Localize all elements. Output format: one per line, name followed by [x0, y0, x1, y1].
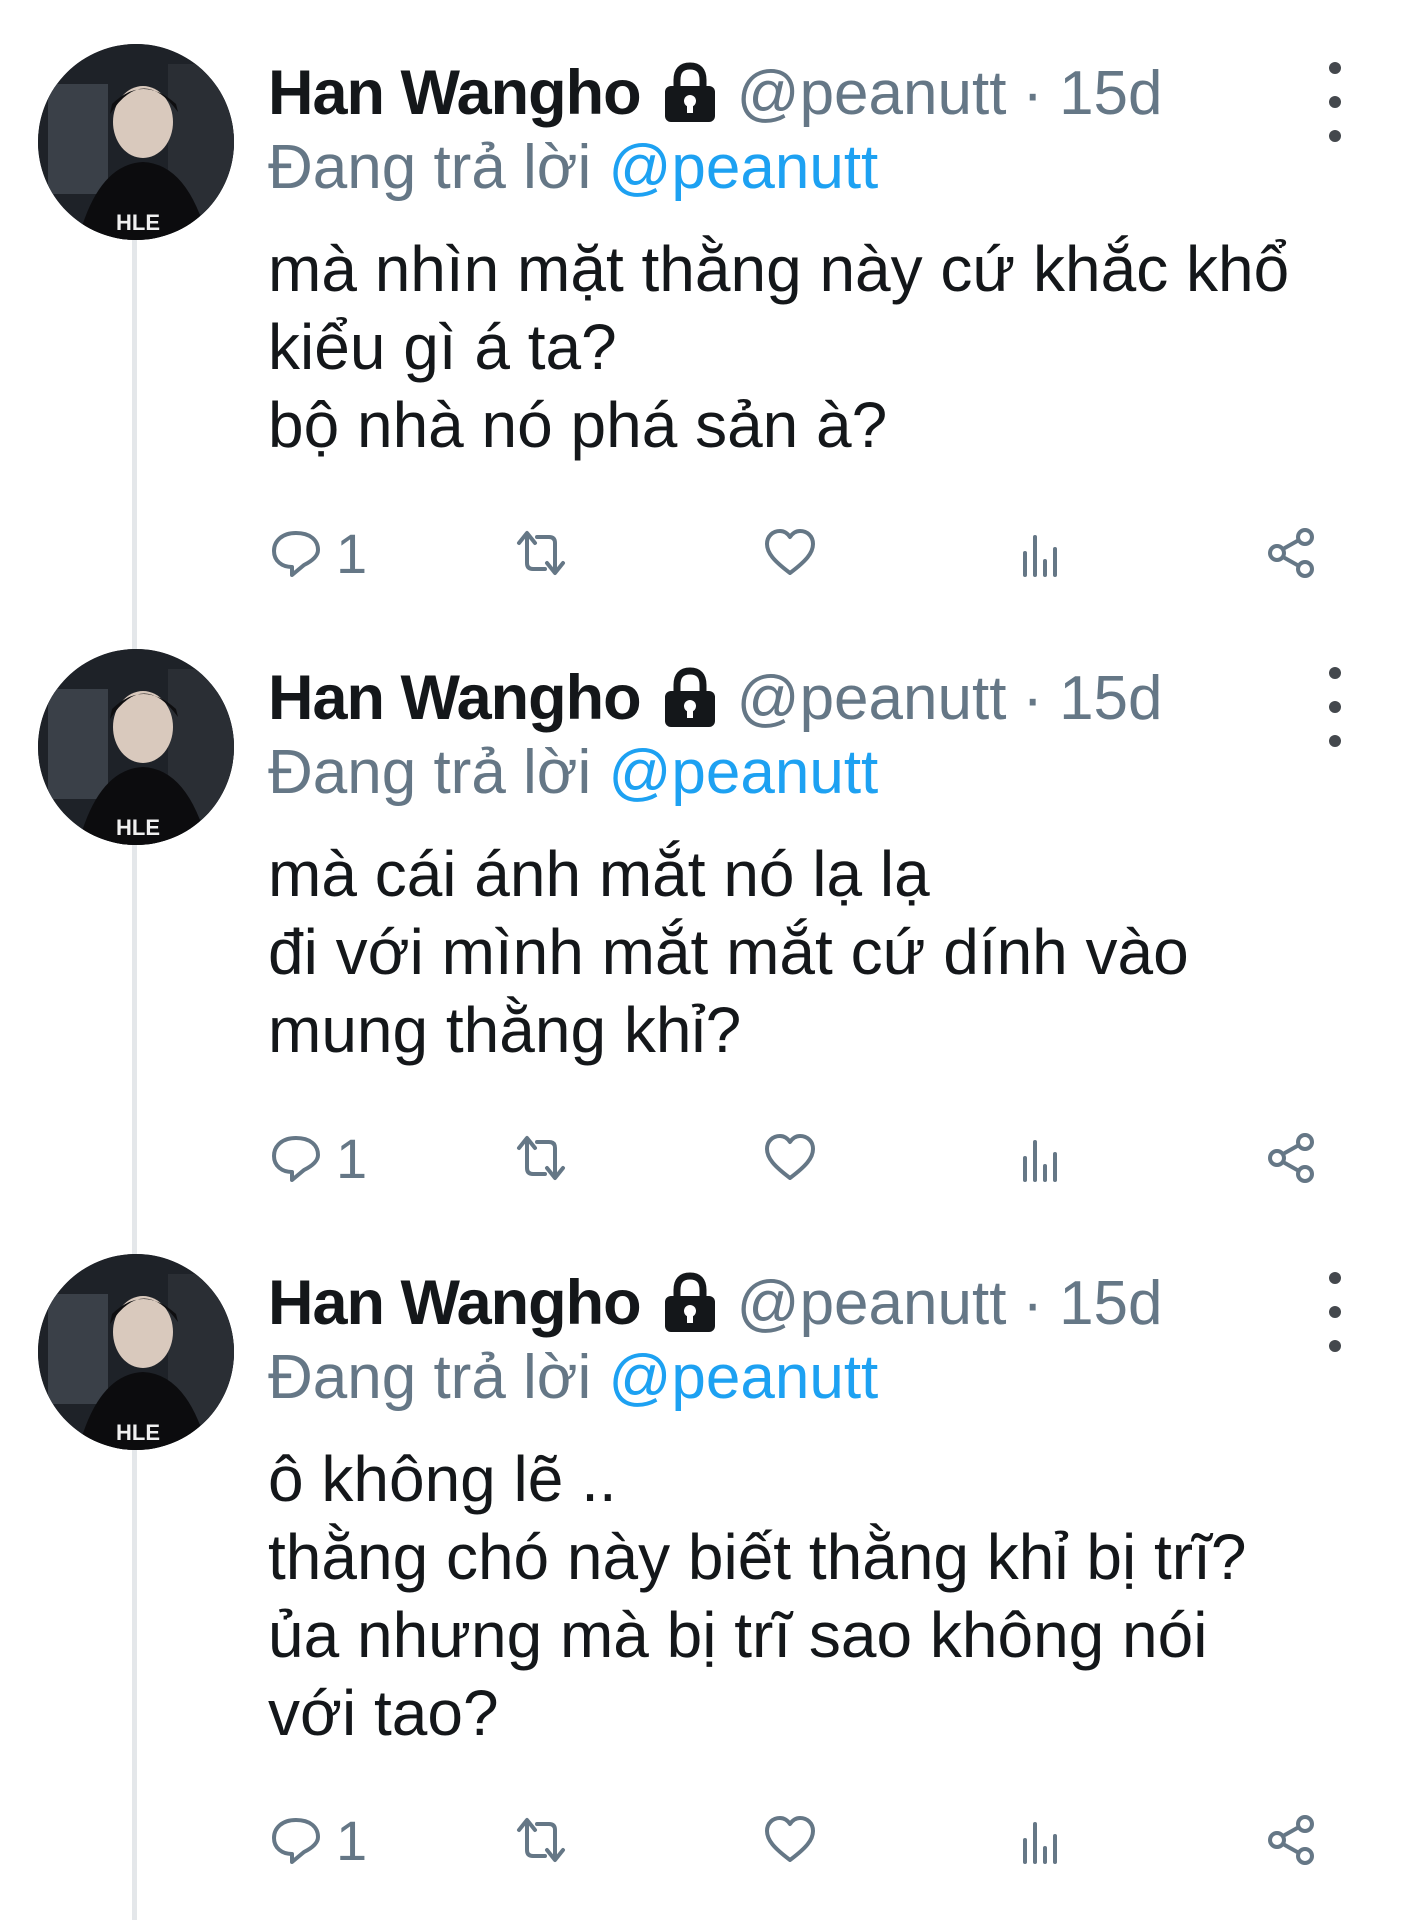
share-icon [1263, 1812, 1319, 1868]
tweet-text-line: ủa nhưng mà bị trĩ sao không nói [268, 1599, 1208, 1671]
reply-button[interactable]: 1 [268, 518, 367, 588]
replying-to: Đang trả lời @peanutt [268, 737, 878, 808]
retweet-icon [513, 1130, 569, 1186]
replying-to-label: Đang trả lời [268, 1343, 592, 1412]
tweet[interactable]: HLE Han Wangho @peanutt · 15d Đang trả l… [0, 1210, 1405, 1920]
tweet-header: Han Wangho @peanutt · 15d [268, 48, 1163, 138]
tweet-text-line: đi với mình mắt mắt cứ dính vào [268, 916, 1189, 988]
replying-to-label: Đang trả lời [268, 738, 592, 807]
replying-to: Đang trả lời @peanutt [268, 1342, 878, 1413]
reply-icon [268, 1812, 324, 1868]
tweet-text-line: với tao? [268, 1677, 499, 1749]
tweet[interactable]: HLE Han Wangho @peanutt · 15d Đang trả l… [0, 0, 1405, 605]
timestamp[interactable]: 15d [1059, 58, 1162, 129]
avatar[interactable]: HLE [38, 649, 234, 845]
retweet-button[interactable] [513, 1805, 569, 1875]
avatar[interactable]: HLE [38, 1254, 234, 1450]
tweet[interactable]: HLE Han Wangho @peanutt · 15d Đang trả l… [0, 605, 1405, 1210]
author-name[interactable]: Han Wangho [268, 1267, 642, 1339]
more-options-icon[interactable] [1320, 1272, 1350, 1352]
reply-count: 1 [336, 521, 368, 585]
avatar-logo-text: HLE [116, 1420, 160, 1445]
analytics-icon [1013, 1812, 1069, 1868]
author-name[interactable]: Han Wangho [268, 662, 642, 734]
share-icon [1263, 1130, 1319, 1186]
more-options-icon[interactable] [1320, 62, 1350, 142]
like-button[interactable] [762, 518, 818, 588]
tweet-text-line: thằng chó này biết thằng khỉ bị trĩ? [268, 1521, 1247, 1593]
avatar[interactable]: HLE [38, 44, 234, 240]
avatar-logo-text: HLE [116, 210, 160, 235]
analytics-button[interactable] [1013, 1805, 1069, 1875]
replying-to-handle[interactable]: @peanutt [608, 133, 878, 202]
reply-button[interactable]: 1 [268, 1123, 367, 1193]
replying-to-handle[interactable]: @peanutt [608, 1343, 878, 1412]
author-name[interactable]: Han Wangho [268, 57, 642, 129]
separator: · [1022, 58, 1044, 128]
like-button[interactable] [762, 1805, 818, 1875]
action-bar: 1 [268, 518, 1348, 588]
replying-to: Đang trả lời @peanutt [268, 132, 878, 203]
more-options-icon[interactable] [1320, 667, 1350, 747]
separator: · [1022, 663, 1044, 733]
timestamp[interactable]: 15d [1059, 1268, 1162, 1339]
separator: · [1022, 1268, 1044, 1338]
timestamp[interactable]: 15d [1059, 663, 1162, 734]
action-bar: 1 [268, 1123, 1348, 1193]
lock-icon [655, 58, 725, 128]
share-button[interactable] [1263, 518, 1319, 588]
retweet-icon [513, 525, 569, 581]
tweet-text-line: kiểu gì á ta? [268, 311, 617, 383]
analytics-button[interactable] [1013, 518, 1069, 588]
author-handle[interactable]: @peanutt [737, 58, 1007, 129]
reply-count: 1 [336, 1126, 368, 1190]
lock-icon [655, 663, 725, 733]
avatar-logo-text: HLE [116, 815, 160, 840]
action-bar: 1 [268, 1805, 1348, 1875]
lock-icon [655, 1268, 725, 1338]
like-icon [762, 1130, 818, 1186]
reply-icon [268, 1130, 324, 1186]
analytics-button[interactable] [1013, 1123, 1069, 1193]
tweet-text: ô không lẽ .. thằng chó này biết thằng k… [268, 1440, 1388, 1752]
replying-to-handle[interactable]: @peanutt [608, 738, 878, 807]
author-handle[interactable]: @peanutt [737, 663, 1007, 734]
tweet-text: mà nhìn mặt thằng này cứ khắc khổ kiểu g… [268, 230, 1388, 464]
tweet-text: mà cái ánh mắt nó lạ lạ đi với mình mắt … [268, 835, 1388, 1069]
tweet-text-line: ô không lẽ .. [268, 1443, 617, 1515]
retweet-button[interactable] [513, 1123, 569, 1193]
like-icon [762, 525, 818, 581]
reply-button[interactable]: 1 [268, 1805, 367, 1875]
like-icon [762, 1812, 818, 1868]
share-button[interactable] [1263, 1123, 1319, 1193]
tweet-header: Han Wangho @peanutt · 15d [268, 653, 1163, 743]
reply-count: 1 [336, 1808, 368, 1872]
share-button[interactable] [1263, 1805, 1319, 1875]
tweet-text-line: mà cái ánh mắt nó lạ lạ [268, 838, 930, 910]
analytics-icon [1013, 1130, 1069, 1186]
tweet-text-line: bộ nhà nó phá sản à? [268, 389, 888, 461]
analytics-icon [1013, 525, 1069, 581]
replying-to-label: Đang trả lời [268, 133, 592, 202]
like-button[interactable] [762, 1123, 818, 1193]
retweet-icon [513, 1812, 569, 1868]
share-icon [1263, 525, 1319, 581]
tweet-header: Han Wangho @peanutt · 15d [268, 1258, 1163, 1348]
reply-icon [268, 525, 324, 581]
tweet-text-line: mà nhìn mặt thằng này cứ khắc khổ [268, 233, 1290, 305]
tweet-text-line: mung thằng khỉ? [268, 994, 742, 1066]
author-handle[interactable]: @peanutt [737, 1268, 1007, 1339]
retweet-button[interactable] [513, 518, 569, 588]
